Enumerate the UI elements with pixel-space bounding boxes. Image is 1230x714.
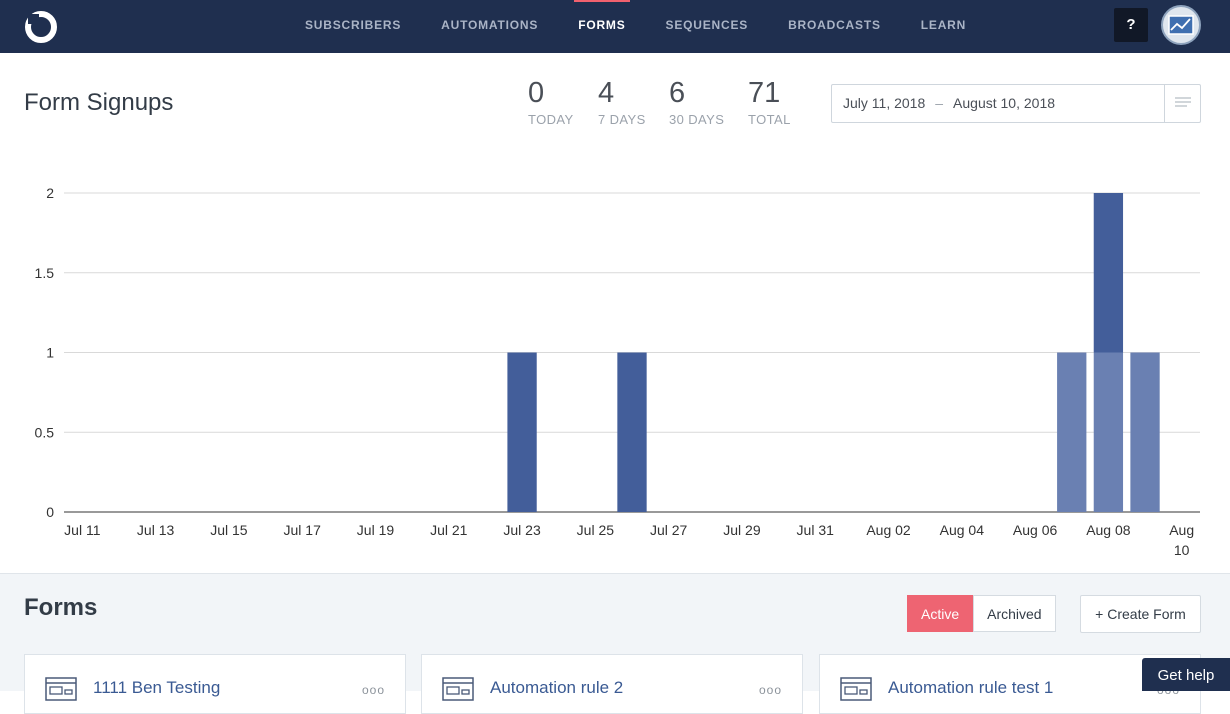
stat-total: 71 TOTAL	[748, 76, 791, 127]
x-tick-label: Jul 29	[723, 522, 761, 538]
stat-30-days: 6 30 DAYS	[669, 76, 724, 127]
x-tick-label: Aug 02	[866, 522, 911, 538]
filter-archived-button[interactable]: Archived	[973, 595, 1056, 632]
nav-forms[interactable]: FORMS	[558, 0, 645, 53]
x-tick-label: Jul 15	[210, 522, 248, 538]
forms-section: Forms Active Archived + Create Form 1111…	[0, 573, 1230, 714]
signups-chart: 0 0.5 1 1.5 2 Jul 11 Jul 13 Jul 15 Jul 17 Jul 19 J…	[0, 170, 1230, 570]
stat-value: 4	[598, 77, 615, 109]
x-tick-label: Jul 21	[430, 522, 468, 538]
signups-chart-svg: 0 0.5 1 1.5 2 Jul 11 Jul 13 Jul 15 Jul 17 Jul 19 J…	[35, 185, 1200, 558]
form-window-icon	[442, 677, 474, 701]
main-nav: SUBSCRIBERS AUTOMATIONS FORMS SEQUENCES …	[285, 0, 986, 53]
y-tick-label: 1	[46, 345, 54, 361]
date-range-end: August 10, 2018	[953, 95, 1056, 111]
forms-heading: Forms	[24, 594, 98, 621]
stat-label: TOTAL	[748, 112, 791, 127]
y-tick-label: 0.5	[35, 424, 55, 440]
x-tick-label: Aug 08	[1086, 522, 1131, 538]
form-name-link[interactable]: 1111 Ben Testing	[93, 678, 220, 698]
chart-bar	[1057, 352, 1087, 512]
stat-value: 6	[669, 77, 686, 109]
more-options-icon[interactable]: ooo	[362, 683, 385, 697]
date-range-start: July 11, 2018	[843, 95, 926, 111]
x-tick-label: Aug 04	[940, 522, 985, 538]
date-range-picker[interactable]: July 11, 2018– August 10, 2018	[831, 84, 1201, 123]
stat-today: 0 TODAY	[528, 76, 574, 127]
x-tick-label: Aug 06	[1013, 522, 1058, 538]
x-tick-label: Aug 10	[1169, 522, 1194, 558]
date-range-separator: –	[935, 95, 944, 111]
form-card[interactable]: Automation rule 2 ooo	[421, 654, 803, 714]
page-title: Form Signups	[24, 89, 174, 116]
stat-7-days: 4 7 DAYS	[598, 76, 646, 127]
convertkit-logo-icon[interactable]	[24, 10, 58, 44]
chart-bar	[1093, 352, 1124, 512]
x-tick-label: Jul 11	[64, 522, 101, 538]
forms-status-filter: Active Archived	[907, 595, 1056, 633]
nav-automations[interactable]: AUTOMATIONS	[421, 0, 558, 53]
top-navigation: SUBSCRIBERS AUTOMATIONS FORMS SEQUENCES …	[0, 0, 1230, 53]
y-tick-label: 0	[46, 504, 54, 520]
nav-subscribers[interactable]: SUBSCRIBERS	[285, 0, 421, 53]
form-name-link[interactable]: Automation rule 2	[490, 678, 623, 698]
chart-bar	[507, 352, 537, 512]
more-options-icon[interactable]: ooo	[759, 683, 782, 697]
stat-label: TODAY	[528, 112, 574, 127]
form-card[interactable]: 1111 Ben Testing ooo	[24, 654, 406, 714]
stat-label: 30 DAYS	[669, 112, 725, 127]
form-name-link[interactable]: Automation rule test 1	[888, 678, 1053, 698]
filter-lines-icon[interactable]	[1164, 85, 1200, 122]
stat-value: 0	[528, 77, 545, 109]
form-window-icon	[840, 677, 872, 701]
y-tick-label: 2	[46, 185, 54, 201]
date-range-text[interactable]: July 11, 2018– August 10, 2018	[843, 85, 1055, 122]
nav-sequences[interactable]: SEQUENCES	[646, 0, 769, 53]
nav-learn[interactable]: LEARN	[901, 0, 986, 53]
filter-active-button[interactable]: Active	[907, 595, 974, 632]
x-tick-label: Jul 23	[503, 522, 541, 538]
x-tick-label: Jul 31	[797, 522, 835, 538]
y-tick-label: 1.5	[35, 265, 55, 281]
stat-value: 71	[748, 77, 781, 109]
nav-broadcasts[interactable]: BROADCASTS	[768, 0, 901, 53]
user-avatar-icon[interactable]	[1161, 5, 1201, 45]
stat-label: 7 DAYS	[598, 112, 646, 127]
x-tick-label: Jul 13	[137, 522, 175, 538]
chart-bar	[1093, 193, 1124, 353]
x-tick-label: Jul 27	[650, 522, 688, 538]
chart-bar	[617, 352, 647, 512]
x-tick-label: Jul 25	[577, 522, 615, 538]
chart-bar	[1130, 352, 1160, 512]
x-tick-label: Jul 17	[284, 522, 322, 538]
help-button[interactable]: ?	[1114, 8, 1148, 42]
x-tick-label: Jul 19	[357, 522, 395, 538]
get-help-button[interactable]: Get help	[1142, 658, 1230, 691]
create-form-button[interactable]: + Create Form	[1080, 595, 1201, 633]
form-window-icon	[45, 677, 77, 701]
